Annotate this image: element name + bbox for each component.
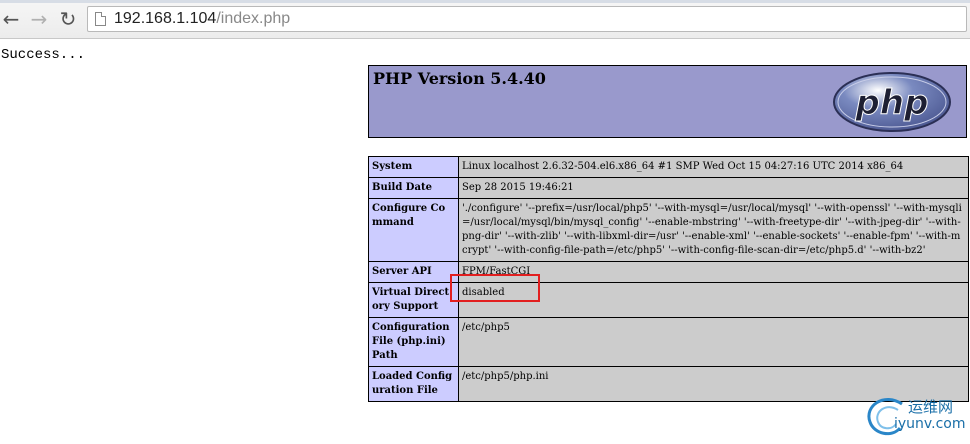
php-logo-text: php (855, 83, 929, 123)
watermark-url-text: iyunv.com (894, 416, 966, 432)
table-row: Configuration File (php.ini) Path /etc/p… (368, 317, 969, 367)
url-text[interactable]: 192.168.1.104/index.php (114, 9, 290, 29)
row-value: /etc/php5 (458, 317, 969, 367)
reload-icon[interactable]: ↻ (57, 8, 79, 30)
row-key: Loaded Configuration File (368, 366, 459, 402)
page-icon (95, 12, 106, 26)
php-version-title: PHP Version 5.4.40 (373, 69, 546, 88)
row-key: Server API (368, 261, 459, 283)
table-row: Build Date Sep 28 2015 19:46:21 (368, 177, 969, 199)
toolbar-top-line (0, 0, 970, 3)
php-logo-icon: php (833, 72, 951, 132)
server-api-highlight-box (450, 274, 540, 302)
status-text: Success... (1, 47, 86, 63)
table-row: Configure Command './configure' '--prefi… (368, 198, 969, 262)
row-value: Linux localhost 2.6.32-504.el6.x86_64 #1… (458, 156, 969, 178)
site-watermark: 运维网 iyunv.com (864, 392, 970, 440)
row-key: Configuration File (php.ini) Path (368, 317, 459, 367)
url-path: /index.php (216, 10, 291, 27)
php-info-header: PHP Version 5.4.40 php (368, 65, 967, 138)
forward-arrow-icon[interactable]: → (28, 8, 50, 30)
row-key: Virtual Directory Support (368, 282, 459, 318)
back-arrow-icon[interactable]: ← (0, 8, 22, 30)
watermark-cn-text: 运维网 (908, 398, 954, 416)
row-value: './configure' '--prefix=/usr/local/php5'… (458, 198, 969, 262)
row-key: Configure Command (368, 198, 459, 262)
browser-toolbar: ← → ↻ 192.168.1.104/index.php (0, 0, 970, 39)
row-key: Build Date (368, 177, 459, 199)
table-row: System Linux localhost 2.6.32-504.el6.x8… (368, 156, 969, 178)
url-host: 192.168.1.104 (114, 10, 217, 27)
row-value: Sep 28 2015 19:46:21 (458, 177, 969, 199)
row-key: System (368, 156, 459, 178)
address-bar[interactable]: 192.168.1.104/index.php (87, 6, 967, 32)
